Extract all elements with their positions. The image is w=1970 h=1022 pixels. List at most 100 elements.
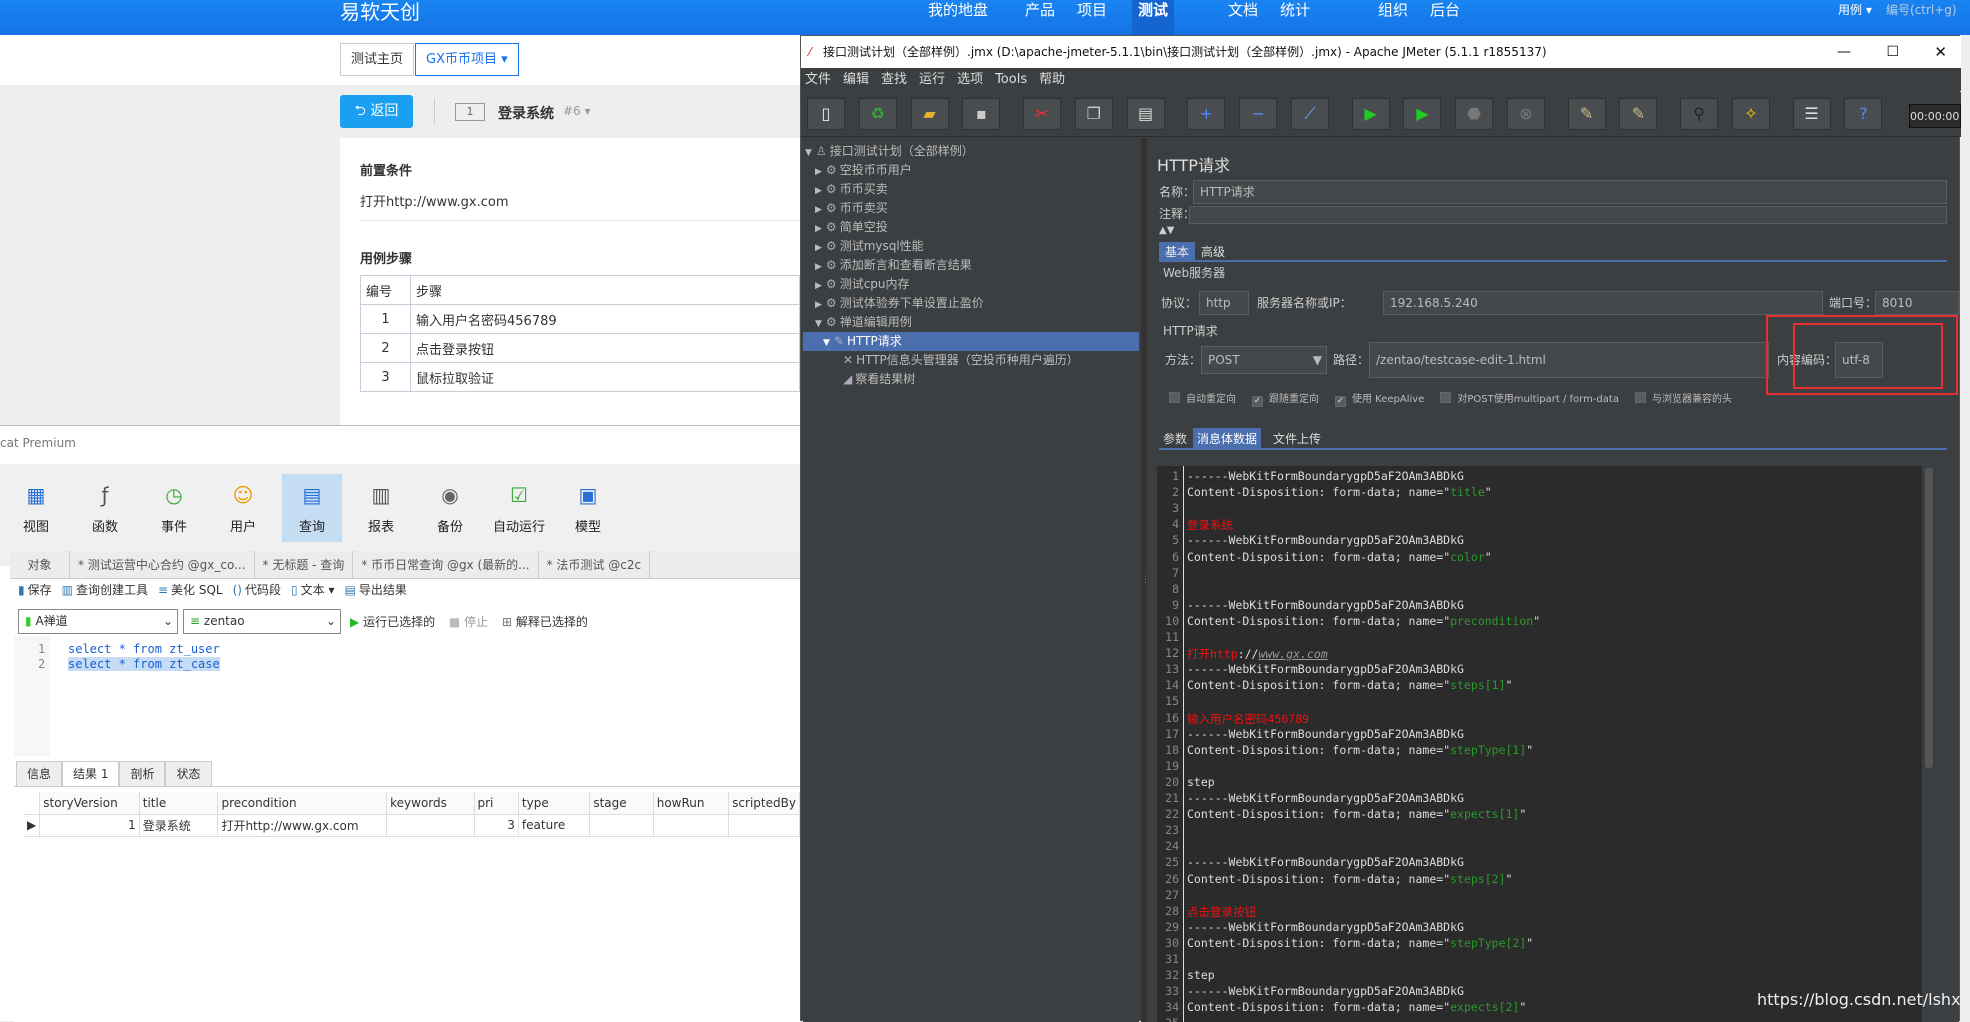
menu-item[interactable]: 帮助 — [1039, 72, 1065, 87]
tree-root[interactable]: ▼ ♙ 接口测试计划（全部样例） — [805, 142, 974, 161]
expand-toggle-icon[interactable]: ▶ — [815, 167, 822, 177]
expand-toggle-icon[interactable]: ▼ — [805, 148, 812, 158]
toolbar-schedule-button[interactable]: ☑ 自动运行 — [489, 474, 549, 542]
body-tab[interactable]: 消息体数据 — [1193, 428, 1262, 450]
column-header[interactable]: howRun — [653, 792, 730, 815]
grid-cell[interactable] — [589, 814, 654, 837]
tree-item[interactable]: ▶ ⚙ 简单空投 — [815, 218, 888, 237]
nav-item[interactable]: 我的地盘 — [928, 0, 988, 20]
grid-cell[interactable]: 3 — [474, 814, 519, 837]
body-tab[interactable]: 参数 — [1159, 428, 1191, 450]
result-tab[interactable]: 信息 — [16, 761, 63, 787]
tree-item[interactable]: ◢ 察看结果树 — [839, 370, 915, 389]
version-dropdown[interactable]: #6 ▾ — [563, 104, 591, 118]
toolbar-event-button[interactable]: ◷ 事件 — [144, 474, 204, 542]
object-type-dropdown[interactable]: 用例 ▾ — [1838, 0, 1872, 20]
column-header[interactable]: storyVersion — [39, 792, 140, 815]
stop-button[interactable]: 停止 — [464, 615, 488, 629]
comment-input[interactable] — [1189, 206, 1947, 224]
menu-item[interactable]: 文件 — [805, 72, 831, 87]
query-tool-button[interactable]: 查询创建工具 — [76, 583, 148, 597]
cut-button[interactable]: ✂ — [1023, 98, 1061, 130]
body-data-editor[interactable]: 1 ------WebKitFormBoundarygpD5aF2OAm3ABDk… — [1157, 466, 1922, 1022]
expand-toggle-icon[interactable]: ▶ — [815, 205, 822, 215]
column-header[interactable]: type — [518, 792, 591, 815]
copy-button[interactable]: ❐ — [1074, 98, 1113, 130]
editor-scrollbar[interactable] — [1925, 468, 1933, 768]
run-selected-button[interactable]: 运行已选择的 — [363, 615, 435, 629]
expand-toggle-icon[interactable]: ▶ — [815, 300, 822, 310]
new-button[interactable]: ▯ — [806, 98, 845, 130]
column-header[interactable]: keywords — [386, 792, 475, 815]
toolbar-view-button[interactable]: ▦ 视图 — [6, 474, 66, 542]
connection-select[interactable]: ▮ A禅道 ⌄ — [18, 609, 178, 634]
result-tab[interactable]: 结果 1 — [62, 761, 120, 787]
back-button[interactable]: ⮌ 返回 — [340, 95, 413, 128]
expand-toggle-icon[interactable]: ▶ — [815, 224, 822, 234]
grid-cell[interactable]: feature — [518, 814, 591, 837]
query-tool-button[interactable]: 导出结果 — [359, 583, 407, 597]
checkbox-option[interactable]: 对POST使用multipart / form-data — [1440, 392, 1619, 405]
nav-item[interactable]: 项目 — [1077, 0, 1107, 20]
url-link[interactable]: www.gx.com — [1258, 647, 1327, 661]
grid-cell[interactable] — [653, 814, 730, 837]
checkbox-option[interactable]: 自动重定向 — [1169, 392, 1236, 405]
tree-item[interactable]: ▶ ⚙ 币币卖买 — [815, 199, 888, 218]
query-tab[interactable]: * 币币日常查询 @gx (最新的... — [353, 551, 539, 578]
column-header[interactable]: title — [139, 792, 219, 815]
toolbar-user-button[interactable]: ☺ 用户 — [213, 474, 273, 542]
column-header[interactable]: pri — [474, 792, 519, 815]
save-button[interactable]: ▪ — [962, 98, 1001, 130]
expand-toggle-icon[interactable]: ▶ — [815, 262, 822, 272]
expand-toggle-icon[interactable]: ▶ — [815, 186, 822, 196]
toolbar-report-button[interactable]: ▥ 报表 — [351, 474, 411, 542]
method-select[interactable]: POST ▼ — [1201, 346, 1327, 374]
query-tool-button[interactable]: 文本 ▾ — [301, 583, 335, 597]
menu-item[interactable]: 运行 — [919, 72, 945, 87]
tree-item[interactable]: ▶ ⚙ 测试cpu内存 — [815, 275, 910, 294]
column-header[interactable]: scriptedBy — [728, 792, 800, 815]
toolbar-query-button[interactable]: ▤ 查询 — [282, 474, 342, 542]
nav-item[interactable]: 测试 — [1132, 0, 1175, 35]
search-button[interactable]: ⚲ — [1680, 98, 1719, 130]
toggle-button[interactable]: ⟋ — [1290, 98, 1329, 130]
grid-cell[interactable]: 登录系统 — [139, 814, 219, 837]
expand-toggle-icon[interactable]: ▶ — [815, 281, 822, 291]
tree-item[interactable]: ▶ ⚙ 空投币币用户 — [815, 161, 912, 180]
path-input[interactable]: /zentao/testcase-edit-1.html — [1369, 342, 1769, 378]
reset-search-button[interactable]: ✧ — [1731, 98, 1770, 130]
server-input[interactable]: 192.168.5.240 — [1383, 291, 1823, 315]
collapse-button[interactable]: − — [1239, 98, 1278, 130]
body-tab[interactable]: 文件上传 — [1269, 428, 1325, 450]
nav-item[interactable]: 后台 — [1430, 0, 1460, 20]
tree-item-selected[interactable]: ▼ ✎ HTTP请求 — [803, 332, 1139, 351]
grid-cell[interactable] — [386, 814, 475, 837]
maximize-button[interactable]: ☐ — [1886, 36, 1899, 68]
query-tab[interactable]: * 无标题 - 查询 — [255, 551, 354, 578]
query-tool-button[interactable]: 保存 — [28, 583, 52, 597]
checkbox-option[interactable]: ✓ 跟随重定向 — [1252, 394, 1319, 407]
expand-toggle-icon[interactable]: ▼ — [823, 338, 830, 348]
clear-all-button[interactable]: ✎ — [1619, 98, 1658, 130]
shutdown-button[interactable]: ⊗ — [1506, 98, 1545, 130]
query-tab[interactable]: * 法币测试 @c2c — [539, 551, 651, 578]
grid-cell[interactable]: 打开http://www.gx.com — [217, 814, 388, 837]
objects-tab[interactable]: 对象 — [10, 551, 70, 578]
tree-item[interactable]: ▶ ⚙ 添加断言和查看断言结果 — [815, 256, 972, 275]
breadcrumb-home[interactable]: 测试主页 — [340, 43, 415, 76]
query-tab[interactable]: * 测试运营中心合约 @gx_co... — [70, 551, 255, 578]
grid-row[interactable]: ▶ 1 登录系统 打开http://www.gx.com 3 feature — [24, 814, 800, 837]
tab-basic[interactable]: 基本 — [1159, 242, 1196, 262]
explain-button[interactable]: 解释已选择的 — [516, 615, 588, 629]
toolbar-model-button[interactable]: ▣ 模型 — [558, 474, 618, 542]
port-input[interactable]: 8010 — [1875, 291, 1959, 315]
stop-button[interactable]: ⬣ — [1455, 98, 1494, 130]
breadcrumb-project[interactable]: GX币币项目 ▾ — [415, 43, 519, 76]
database-select[interactable]: ≡ zentao ⌄ — [183, 609, 341, 634]
help-button[interactable]: ? — [1844, 98, 1883, 130]
nav-item[interactable]: 产品 — [1025, 0, 1055, 20]
open-button[interactable]: ▰ — [910, 98, 949, 130]
menu-item[interactable]: 查找 — [881, 72, 907, 87]
expand-button[interactable]: + — [1187, 98, 1226, 130]
grid-cell[interactable] — [728, 814, 800, 837]
